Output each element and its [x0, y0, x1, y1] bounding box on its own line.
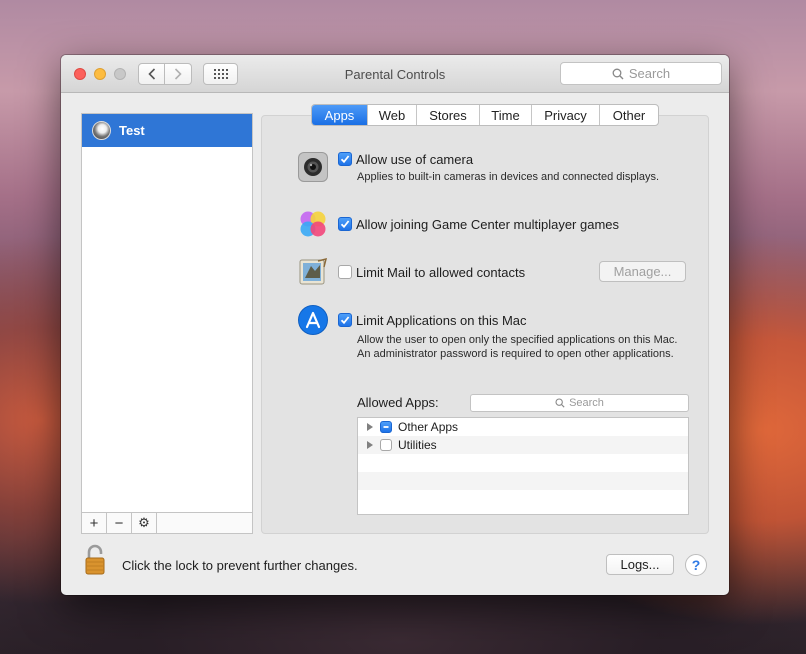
user-list-toolbar: + − ⚙ [82, 512, 252, 533]
plus-icon: + [89, 514, 99, 532]
help-button[interactable]: ? [685, 554, 707, 576]
checkmark-icon [340, 220, 350, 229]
user-list: Test + − ⚙ [81, 113, 253, 534]
user-name: Test [119, 123, 145, 138]
allowed-apps-search-input[interactable]: Search [470, 394, 689, 412]
action-menu-button[interactable]: ⚙ [132, 513, 157, 533]
search-icon [612, 68, 624, 79]
game-center-icon [300, 211, 326, 237]
tab-other[interactable]: Other [600, 105, 658, 125]
limit-apps-description: Allow the user to open only the specifie… [357, 334, 678, 360]
limit-apps-label: Limit Applications on this Mac [356, 313, 527, 328]
add-user-button[interactable]: + [82, 513, 107, 533]
lock-message: Click the lock to prevent further change… [122, 558, 358, 573]
remove-user-button[interactable]: − [107, 513, 132, 533]
user-item-test[interactable]: Test [82, 114, 252, 147]
camera-description: Applies to built-in cameras in devices a… [357, 171, 660, 183]
parental-controls-window: Parental Controls Search Test + − ⚙ Apps… [61, 55, 729, 595]
tab-time[interactable]: Time [480, 105, 532, 125]
search-placeholder: Search [628, 66, 671, 81]
allowed-apps-label: Allowed Apps: [357, 395, 439, 410]
list-item[interactable]: Utilities [358, 436, 688, 454]
camera-checkbox[interactable] [338, 152, 352, 166]
tab-privacy[interactable]: Privacy [532, 105, 600, 125]
mail-icon [299, 257, 328, 285]
camera-icon [298, 152, 328, 182]
avatar [92, 121, 111, 140]
manage-button[interactable]: Manage... [599, 261, 686, 282]
game-center-label: Allow joining Game Center multiplayer ga… [356, 217, 620, 232]
list-item-label: Other Apps [398, 420, 459, 434]
app-store-icon [298, 305, 328, 335]
logs-button[interactable]: Logs... [606, 554, 674, 575]
mixed-state-icon [383, 426, 389, 428]
empty-row [358, 472, 688, 490]
disclosure-triangle-icon[interactable] [367, 423, 373, 431]
minus-icon: − [114, 514, 124, 532]
game-center-checkbox[interactable] [338, 217, 352, 231]
search-placeholder: Search [569, 397, 604, 409]
search-icon [555, 398, 565, 408]
other-apps-checkbox[interactable] [380, 421, 392, 433]
allowed-apps-list: Other Apps Utilities [357, 417, 689, 515]
list-item-label: Utilities [398, 438, 437, 452]
camera-label: Allow use of camera [356, 152, 474, 167]
unlocked-lock-icon[interactable] [84, 544, 106, 576]
disclosure-triangle-icon[interactable] [367, 441, 373, 449]
search-input[interactable]: Search [560, 62, 722, 85]
list-item[interactable]: Other Apps [358, 418, 688, 436]
checkmark-icon [340, 155, 350, 164]
mail-checkbox[interactable] [338, 265, 352, 279]
title-bar: Parental Controls Search [61, 55, 729, 93]
mail-label: Limit Mail to allowed contacts [356, 265, 526, 280]
gear-icon: ⚙ [138, 515, 150, 530]
utilities-checkbox[interactable] [380, 439, 392, 451]
tab-apps[interactable]: Apps [312, 105, 368, 125]
empty-row [358, 454, 688, 472]
limit-apps-checkbox[interactable] [338, 313, 352, 327]
checkmark-icon [340, 316, 350, 325]
tab-web[interactable]: Web [368, 105, 417, 125]
tab-bar: Apps Web Stores Time Privacy Other [311, 104, 659, 126]
empty-row [358, 490, 688, 508]
tab-stores[interactable]: Stores [417, 105, 480, 125]
